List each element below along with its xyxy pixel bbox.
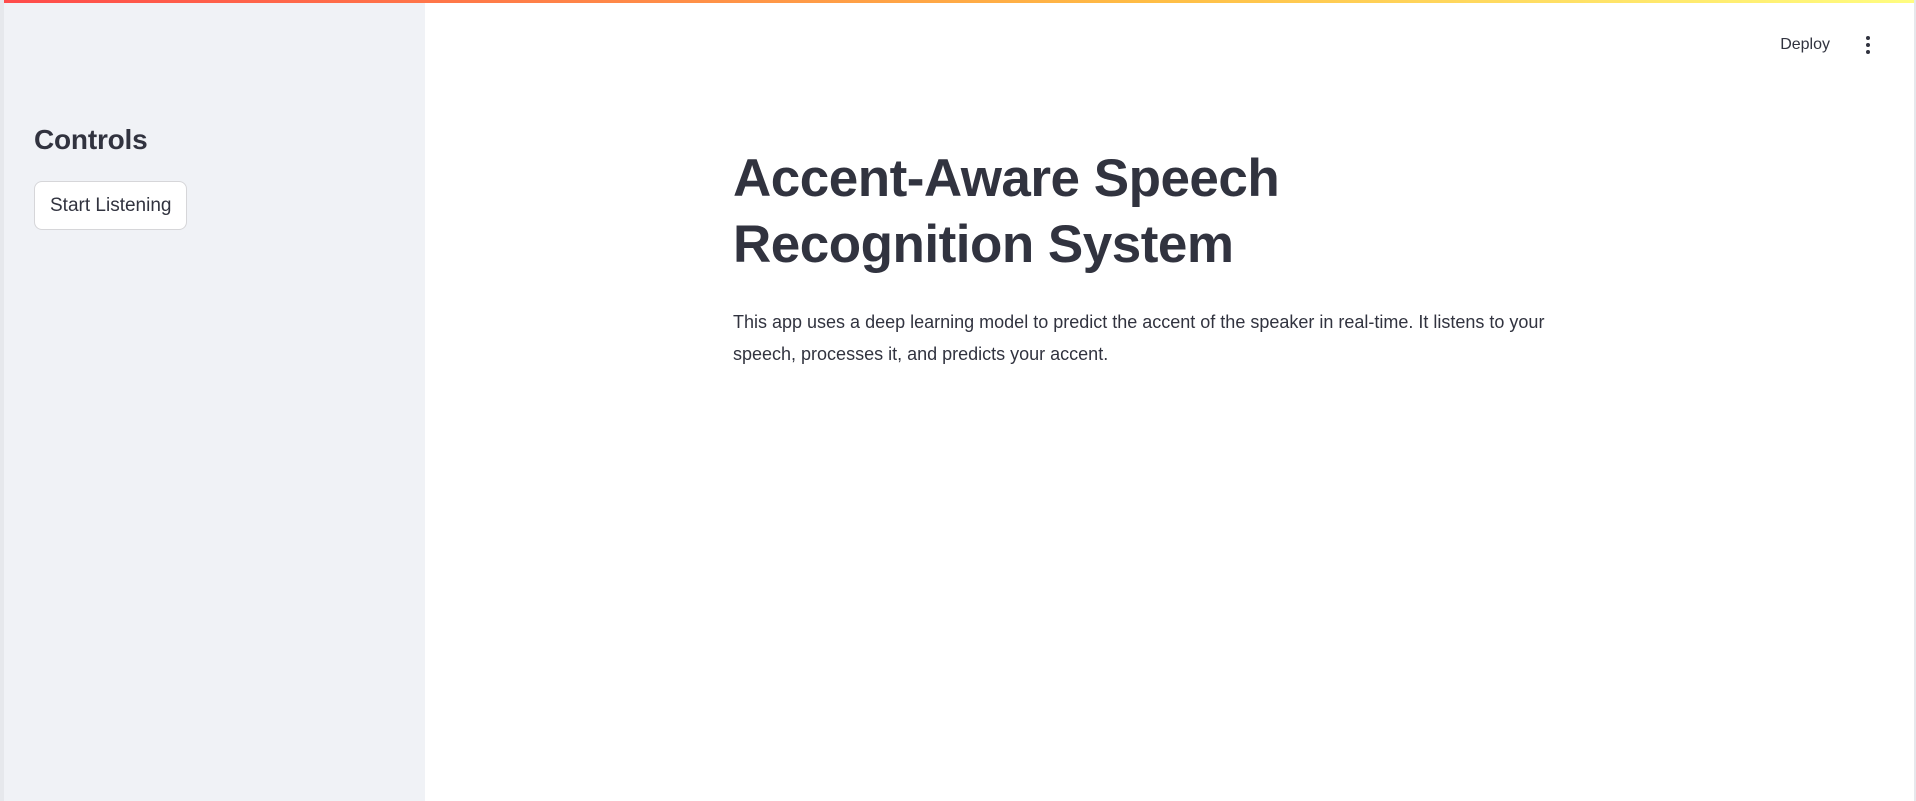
page-title: Accent-Aware Speech Recognition System	[733, 149, 1280, 274]
sidebar: Controls Start Listening	[4, 0, 425, 801]
main-content: Accent-Aware Speech Recognition System T…	[425, 0, 1914, 801]
sidebar-heading: Controls	[34, 124, 148, 155]
main-block: Accent-Aware Speech Recognition System T…	[733, 146, 1593, 370]
app-root: Controls Start Listening Deploy Accent-A…	[0, 0, 1916, 801]
app-description: This app uses a deep learning model to p…	[733, 312, 1545, 364]
top-decoration-bar	[4, 0, 1914, 3]
start-listening-button[interactable]: Start Listening	[34, 181, 188, 230]
